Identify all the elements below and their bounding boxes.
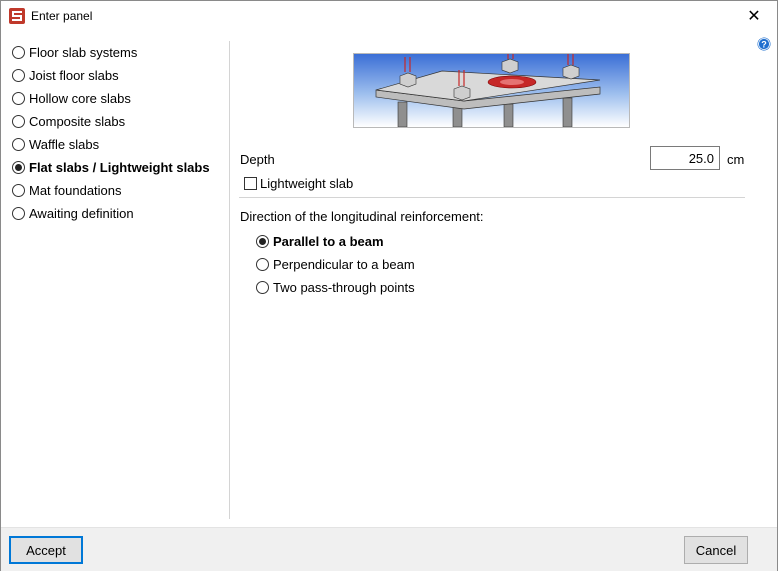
lightweight-slab-checkbox-row[interactable]: Lightweight slab [244, 176, 353, 191]
radio-button[interactable] [12, 91, 25, 105]
dialog-window: Enter panel ✕ ? Floor slab systems Joist… [0, 0, 778, 571]
radio-button[interactable] [12, 137, 25, 151]
panel-type-composite-slabs[interactable]: Composite slabs [12, 112, 125, 130]
radio-button-selected[interactable] [256, 234, 269, 248]
accept-button[interactable]: Accept [9, 536, 83, 564]
direction-two-pass-through-points[interactable]: Two pass-through points [256, 278, 415, 296]
help-icon[interactable]: ? [757, 37, 771, 51]
cancel-button[interactable]: Cancel [684, 536, 748, 564]
flat-slab-preview-image [353, 53, 630, 128]
radio-button[interactable] [12, 45, 25, 59]
window-title: Enter panel [31, 9, 93, 23]
radio-button-selected[interactable] [12, 160, 25, 174]
panel-type-floor-slab-systems[interactable]: Floor slab systems [12, 43, 137, 61]
panel-type-awaiting-definition[interactable]: Awaiting definition [12, 204, 134, 222]
depth-input[interactable] [650, 146, 720, 170]
depth-unit: cm [727, 152, 745, 167]
direction-parallel-to-beam[interactable]: Parallel to a beam [256, 232, 384, 250]
direction-label: Direction of the longitudinal reinforcem… [240, 209, 484, 224]
depth-label: Depth [240, 152, 275, 167]
lightweight-slab-label: Lightweight slab [260, 176, 354, 191]
close-icon: ✕ [747, 8, 761, 25]
panel-type-joist-floor-slabs[interactable]: Joist floor slabs [12, 66, 119, 84]
panel-type-hollow-core-slabs[interactable]: Hollow core slabs [12, 89, 131, 107]
radio-button[interactable] [12, 183, 25, 197]
flat-slab-illustration [354, 54, 629, 127]
radio-button[interactable] [12, 68, 25, 82]
radio-button[interactable] [12, 206, 25, 220]
lightweight-slab-checkbox[interactable] [244, 177, 257, 190]
svg-text:?: ? [761, 40, 767, 50]
close-button[interactable]: ✕ [731, 1, 777, 31]
radio-button[interactable] [256, 257, 269, 271]
panel-type-waffle-slabs[interactable]: Waffle slabs [12, 135, 99, 153]
panel-type-flat-slabs[interactable]: Flat slabs / Lightweight slabs [12, 158, 210, 176]
title-bar: Enter panel ✕ [1, 1, 777, 31]
panel-type-mat-foundations[interactable]: Mat foundations [12, 181, 122, 199]
app-logo-icon [9, 8, 25, 24]
vertical-divider [229, 41, 230, 519]
radio-button[interactable] [12, 114, 25, 128]
radio-button[interactable] [256, 280, 269, 294]
dialog-footer: Accept Cancel [1, 527, 777, 571]
horizontal-divider [239, 197, 745, 198]
direction-perpendicular-to-beam[interactable]: Perpendicular to a beam [256, 255, 415, 273]
